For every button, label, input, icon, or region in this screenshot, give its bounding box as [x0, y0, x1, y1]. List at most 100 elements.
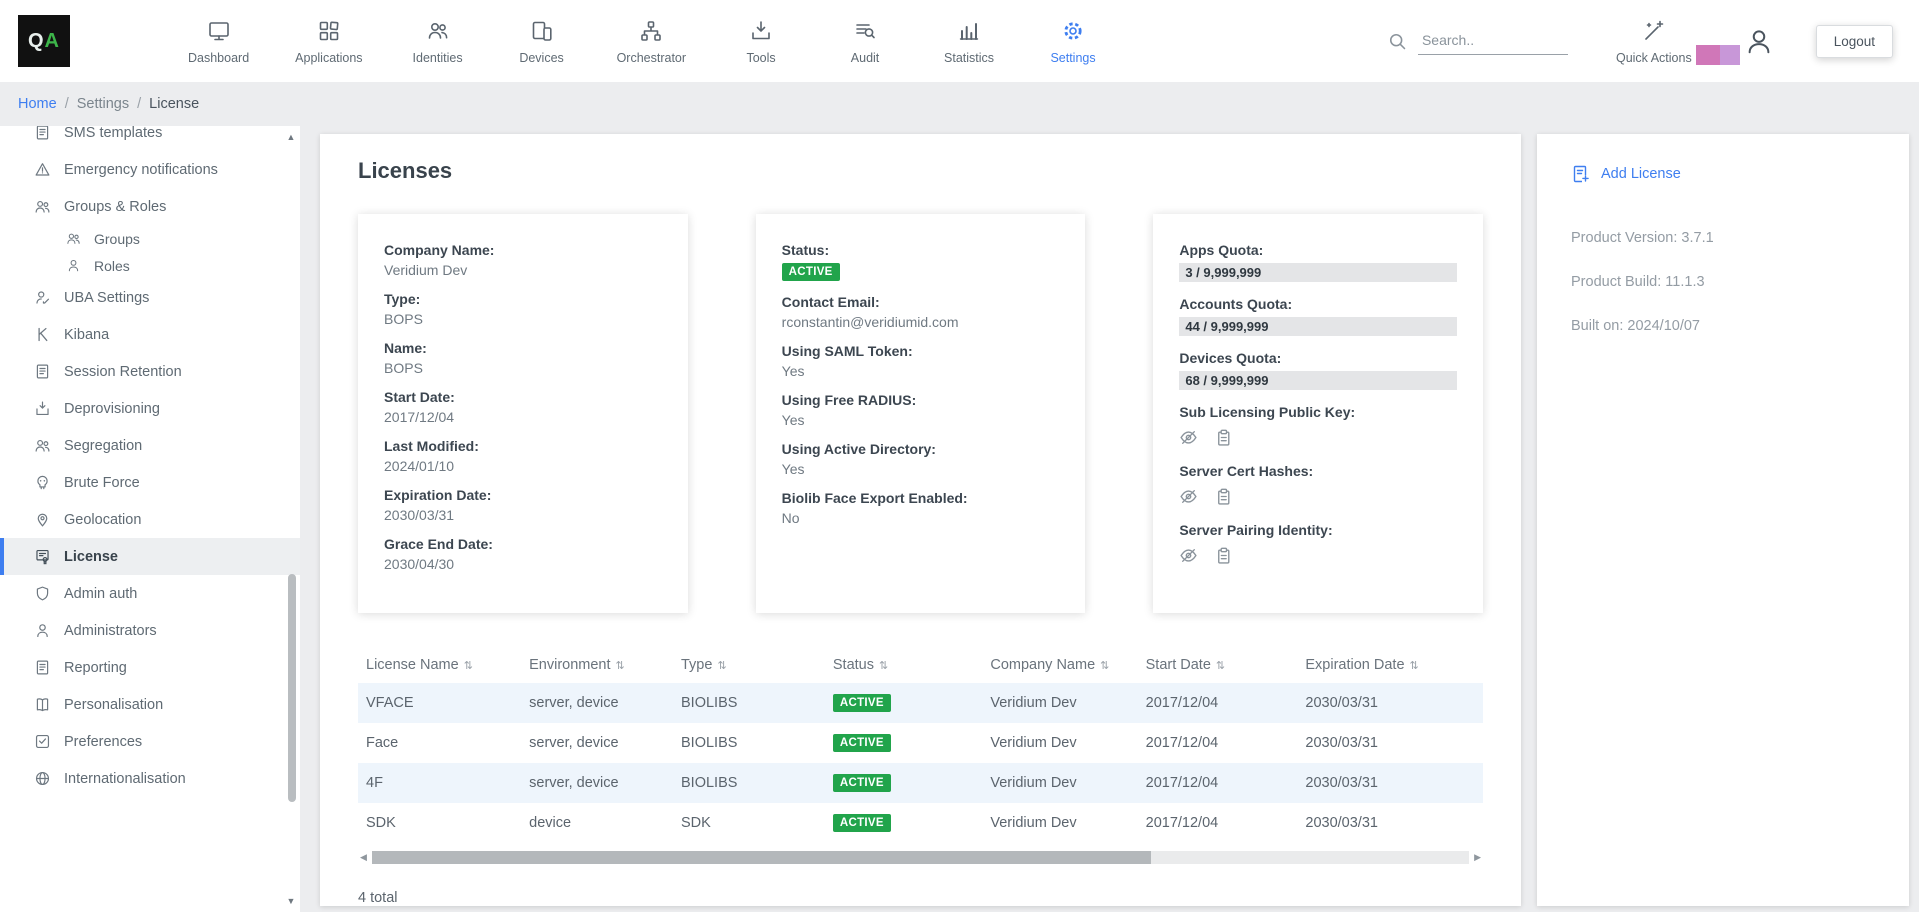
quota-progress-bar: 44 / 9,999,999 — [1179, 317, 1457, 336]
quick-actions-icon — [1642, 18, 1666, 44]
license-status-card: Status: ACTIVE Contact Email:rconstantin… — [756, 214, 1086, 613]
app-logo[interactable]: QA — [18, 15, 70, 67]
user-menu[interactable] — [1744, 26, 1774, 56]
table-horizontal-scrollbar[interactable]: ◀ ▶ — [358, 851, 1483, 864]
breadcrumb-settings-link[interactable]: Settings — [77, 96, 129, 112]
sidebar-item-groups[interactable]: Groups — [0, 225, 300, 252]
sidebar-item-groups-roles[interactable]: Groups & Roles — [0, 188, 300, 225]
breadcrumb-separator: / — [137, 96, 141, 112]
logout-button[interactable]: Logout — [1816, 25, 1893, 58]
search-icon[interactable] — [1387, 31, 1408, 52]
identities-icon — [426, 18, 450, 44]
breadcrumb-home-link[interactable]: Home — [18, 96, 57, 112]
sidebar-item-brute-force[interactable]: Brute Force — [0, 464, 300, 501]
field-label: Using Active Directory: — [782, 441, 1060, 457]
sidebar-item-roles[interactable]: Roles — [0, 252, 300, 279]
eye-off-icon[interactable] — [1179, 546, 1198, 565]
column-header-start-date[interactable]: Start Date⇅ — [1138, 647, 1298, 683]
nav-item-devices[interactable]: Devices — [513, 18, 571, 65]
column-header-license-name[interactable]: License Name⇅ — [358, 647, 521, 683]
table-row[interactable]: Face server, device BIOLIBS ACTIVE Verid… — [358, 723, 1483, 763]
sms-templates-icon — [34, 126, 51, 141]
top-navigation-bar: QA Dashboard Applications Identities Dev… — [0, 0, 1919, 82]
sidebar-item-internationalisation[interactable]: Internationalisation — [0, 760, 300, 797]
column-header-status[interactable]: Status⇅ — [825, 647, 983, 683]
sort-icon[interactable]: ⇅ — [717, 660, 726, 672]
cell-company-name: Veridium Dev — [982, 723, 1137, 763]
sidebar-item-personalisation[interactable]: Personalisation — [0, 686, 300, 723]
cell-expiration-date: 2030/03/31 — [1297, 723, 1483, 763]
sidebar-item-label: Personalisation — [64, 697, 163, 713]
copy-icon[interactable] — [1214, 487, 1233, 506]
copy-icon[interactable] — [1214, 546, 1233, 565]
table-row[interactable]: VFACE server, device BIOLIBS ACTIVE Veri… — [358, 683, 1483, 723]
field-label: Company Name: — [384, 242, 662, 258]
eye-off-icon[interactable] — [1179, 428, 1198, 447]
sidebar-item-segregation[interactable]: Segregation — [0, 427, 300, 464]
table-row[interactable]: SDK device SDK ACTIVE Veridium Dev 2017/… — [358, 803, 1483, 843]
field-value: BOPS — [384, 311, 662, 327]
personalisation-icon — [34, 696, 51, 713]
roles-icon — [66, 258, 81, 273]
column-header-expiration-date[interactable]: Expiration Date⇅ — [1297, 647, 1483, 683]
nav-item-label: Applications — [295, 51, 362, 65]
licenses-panel: Licenses Company Name:Veridium Dev Type:… — [320, 134, 1521, 906]
sidebar-item-preferences[interactable]: Preferences — [0, 723, 300, 760]
sidebar-item-label: UBA Settings — [64, 290, 149, 306]
field-value: rconstantin@veridiumid.com — [782, 314, 1060, 330]
copy-icon[interactable] — [1214, 428, 1233, 447]
cell-environment: device — [521, 803, 673, 843]
sidebar-item-deprovisioning[interactable]: Deprovisioning — [0, 390, 300, 427]
nav-item-applications[interactable]: Applications — [295, 18, 362, 65]
internationalisation-icon — [34, 770, 51, 787]
cell-environment: server, device — [521, 723, 673, 763]
nav-item-dashboard[interactable]: Dashboard — [188, 18, 249, 65]
nav-item-tools[interactable]: Tools — [732, 18, 790, 65]
sidebar-item-uba-settings[interactable]: UBA Settings — [0, 279, 300, 316]
scroll-left-icon[interactable]: ◀ — [358, 852, 369, 863]
cell-type: BIOLIBS — [673, 723, 825, 763]
sidebar-scroll-down-icon[interactable]: ▼ — [284, 896, 298, 906]
sidebar-item-reporting[interactable]: Reporting — [0, 649, 300, 686]
sort-icon[interactable]: ⇅ — [464, 660, 473, 672]
eye-off-icon[interactable] — [1179, 487, 1198, 506]
field-label: Name: — [384, 340, 662, 356]
nav-item-identities[interactable]: Identities — [409, 18, 467, 65]
page-title: Licenses — [358, 158, 1483, 184]
sidebar-item-emergency-notifications[interactable]: Emergency notifications — [0, 151, 300, 188]
sort-icon[interactable]: ⇅ — [1216, 660, 1225, 672]
nav-item-settings[interactable]: Settings — [1044, 18, 1102, 65]
cell-environment: server, device — [521, 683, 673, 723]
column-header-company-name[interactable]: Company Name⇅ — [982, 647, 1137, 683]
table-row[interactable]: 4F server, device BIOLIBS ACTIVE Veridiu… — [358, 763, 1483, 803]
scroll-right-icon[interactable]: ▶ — [1472, 852, 1483, 863]
sidebar-item-kibana[interactable]: Kibana — [0, 316, 300, 353]
scrollbar-track[interactable] — [372, 851, 1469, 864]
admin-auth-icon — [34, 585, 51, 602]
sidebar-item-administrators[interactable]: Administrators — [0, 612, 300, 649]
sidebar-item-label: Groups — [94, 231, 140, 247]
sort-icon[interactable]: ⇅ — [879, 660, 888, 672]
nav-item-statistics[interactable]: Statistics — [940, 18, 998, 65]
sidebar-item-sms-templates[interactable]: SMS templates — [0, 126, 300, 151]
sidebar-item-list: SMS templates Emergency notifications Gr… — [0, 126, 300, 797]
column-header-type[interactable]: Type⇅ — [673, 647, 825, 683]
sidebar-item-license[interactable]: License — [0, 538, 300, 575]
quick-actions-label: Quick Actions — [1616, 51, 1692, 65]
quick-actions-button[interactable]: Quick Actions — [1616, 18, 1692, 65]
sidebar-item-geolocation[interactable]: Geolocation — [0, 501, 300, 538]
sort-icon[interactable]: ⇅ — [1100, 660, 1109, 672]
sidebar-item-admin-auth[interactable]: Admin auth — [0, 575, 300, 612]
column-header-environment[interactable]: Environment⇅ — [521, 647, 673, 683]
sidebar-item-session-retention[interactable]: Session Retention — [0, 353, 300, 390]
search-input[interactable] — [1418, 28, 1568, 55]
sort-icon[interactable]: ⇅ — [1410, 660, 1419, 672]
sidebar-scrollbar-thumb[interactable] — [288, 574, 296, 802]
sort-icon[interactable]: ⇅ — [616, 660, 625, 672]
scrollbar-thumb[interactable] — [372, 851, 1151, 864]
field-label: Contact Email: — [782, 294, 1060, 310]
sidebar-scroll-up-icon[interactable]: ▲ — [284, 132, 298, 142]
add-license-button[interactable]: Add License — [1571, 164, 1875, 184]
nav-item-orchestrator[interactable]: Orchestrator — [617, 18, 686, 65]
nav-item-audit[interactable]: Audit — [836, 18, 894, 65]
